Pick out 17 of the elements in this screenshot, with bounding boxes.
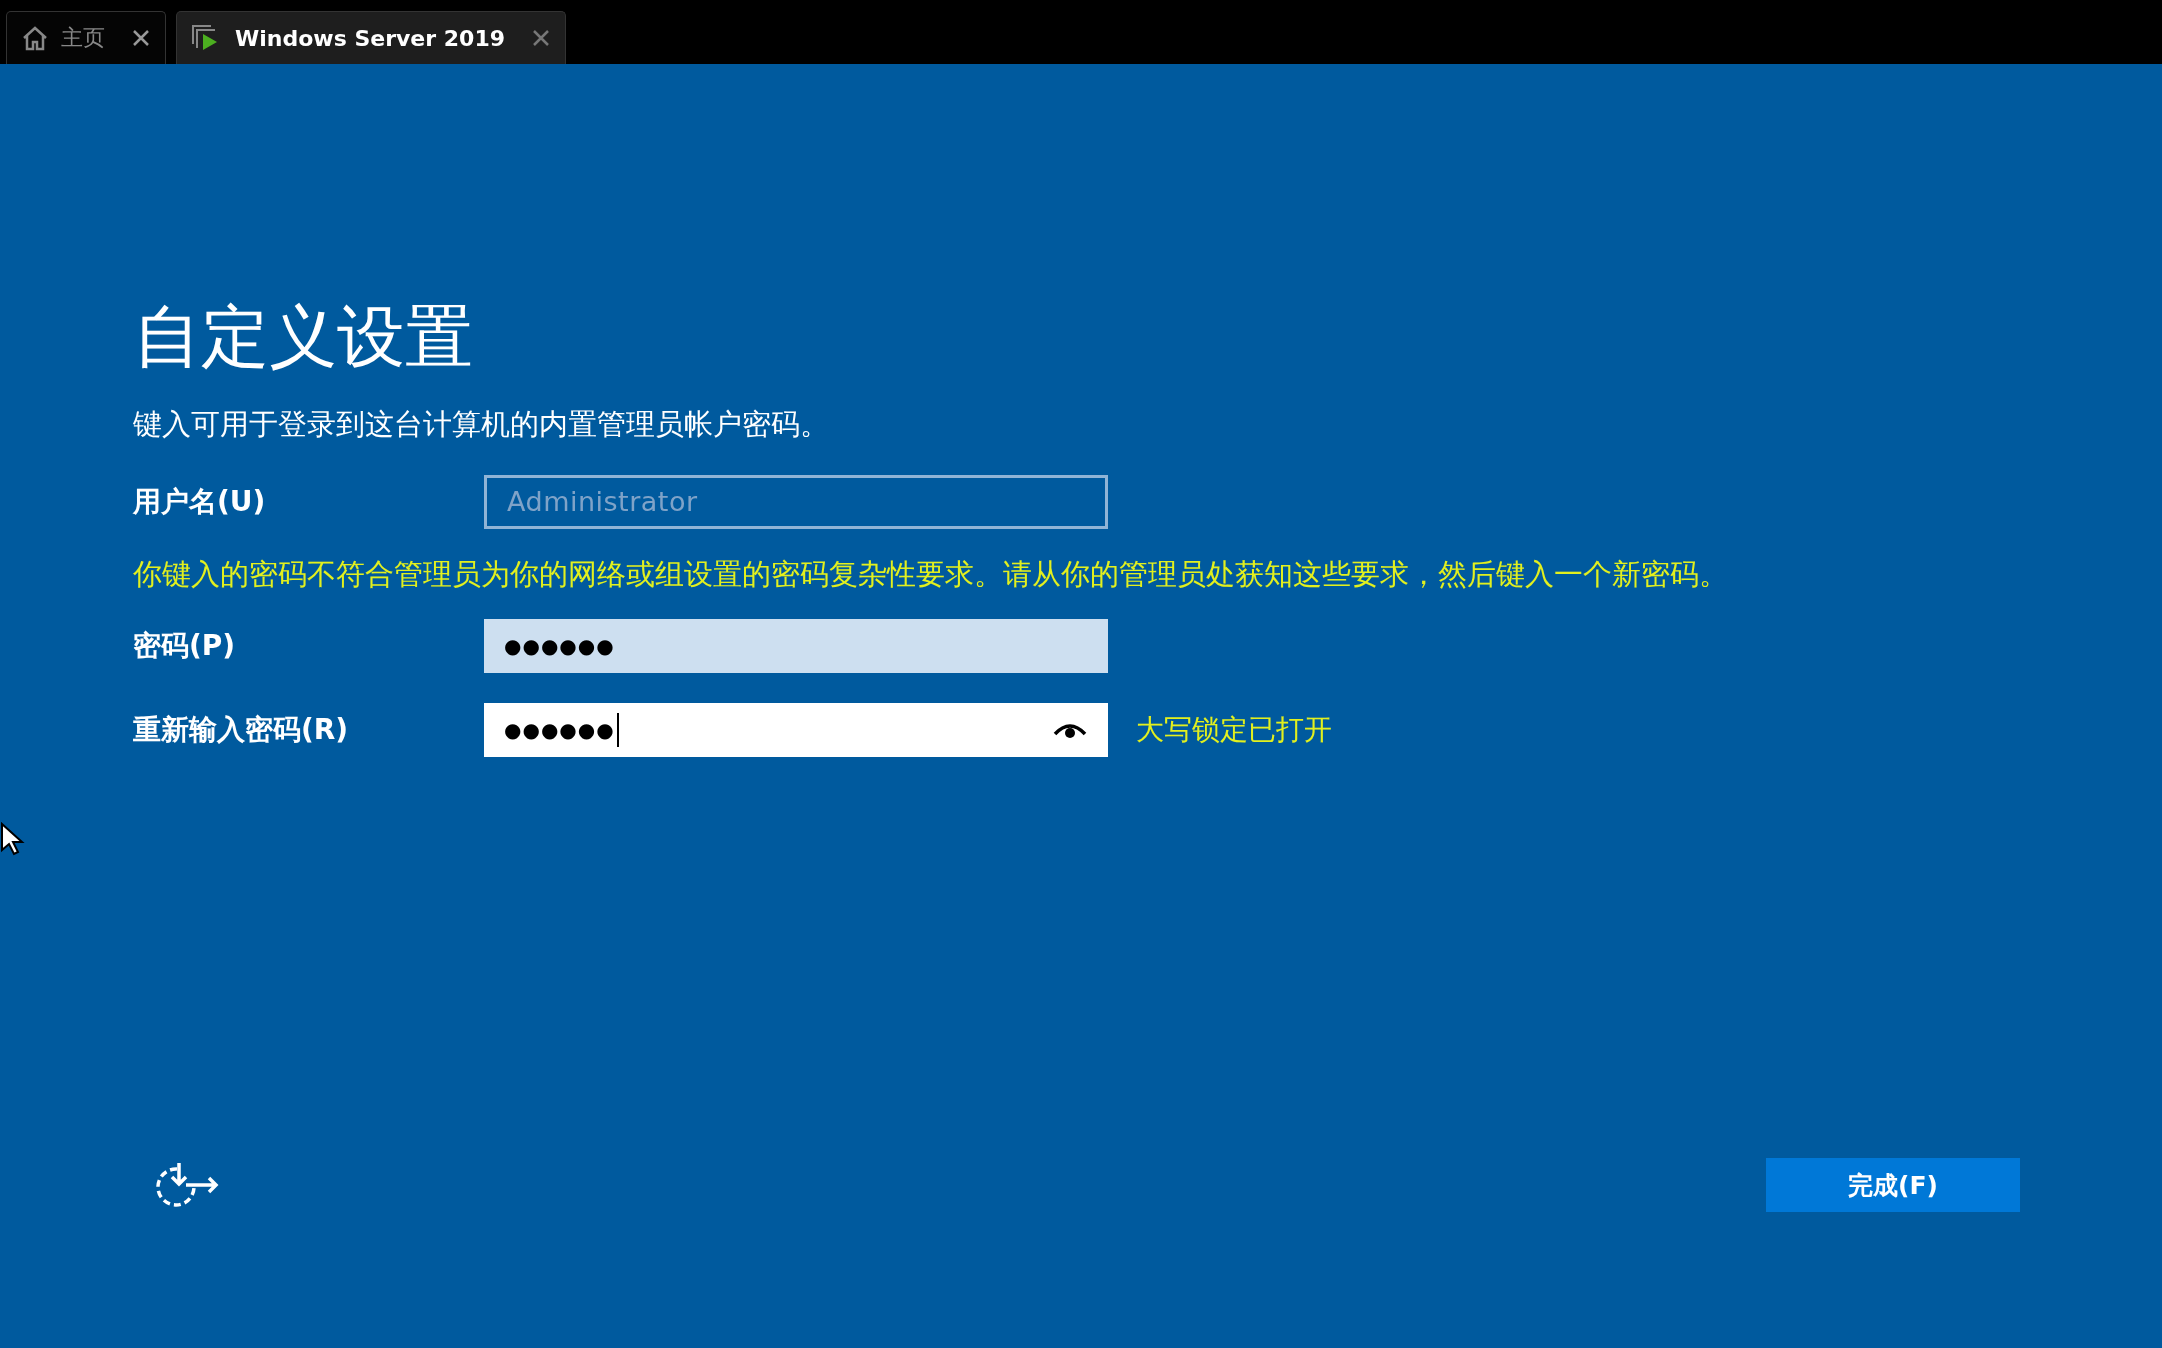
tab[interactable]: Windows Server 2019	[176, 11, 567, 64]
home-icon	[21, 25, 49, 51]
text-cursor	[616, 712, 619, 747]
caps-lock-warning: 大写锁定已打开	[1136, 711, 1332, 748]
error-message: 你键入的密码不符合管理员为你的网络或组设置的密码复杂性要求。请从你的管理员处获知这些要求，然后键入一个新密码。	[133, 555, 1728, 593]
close-icon[interactable]	[531, 28, 552, 48]
mouse-pointer-icon	[0, 822, 26, 856]
page-title: 自定义设置	[133, 300, 473, 375]
instruction-text: 键入可用于登录到这台计算机的内置管理员帐户密码。	[133, 405, 829, 443]
password-field[interactable]: ●●●●●●	[484, 618, 1108, 673]
field-label: 重新输入密码(R)	[133, 711, 350, 748]
field-label: 用户名(U)	[133, 483, 267, 520]
password-field[interactable]: ●●●●●●	[484, 702, 1108, 757]
field-label: 密码(P)	[133, 627, 237, 664]
tab[interactable]: 主页	[6, 11, 166, 64]
close-icon[interactable]	[131, 28, 151, 48]
finish-button[interactable]: 完成(F)	[1766, 1158, 2020, 1212]
